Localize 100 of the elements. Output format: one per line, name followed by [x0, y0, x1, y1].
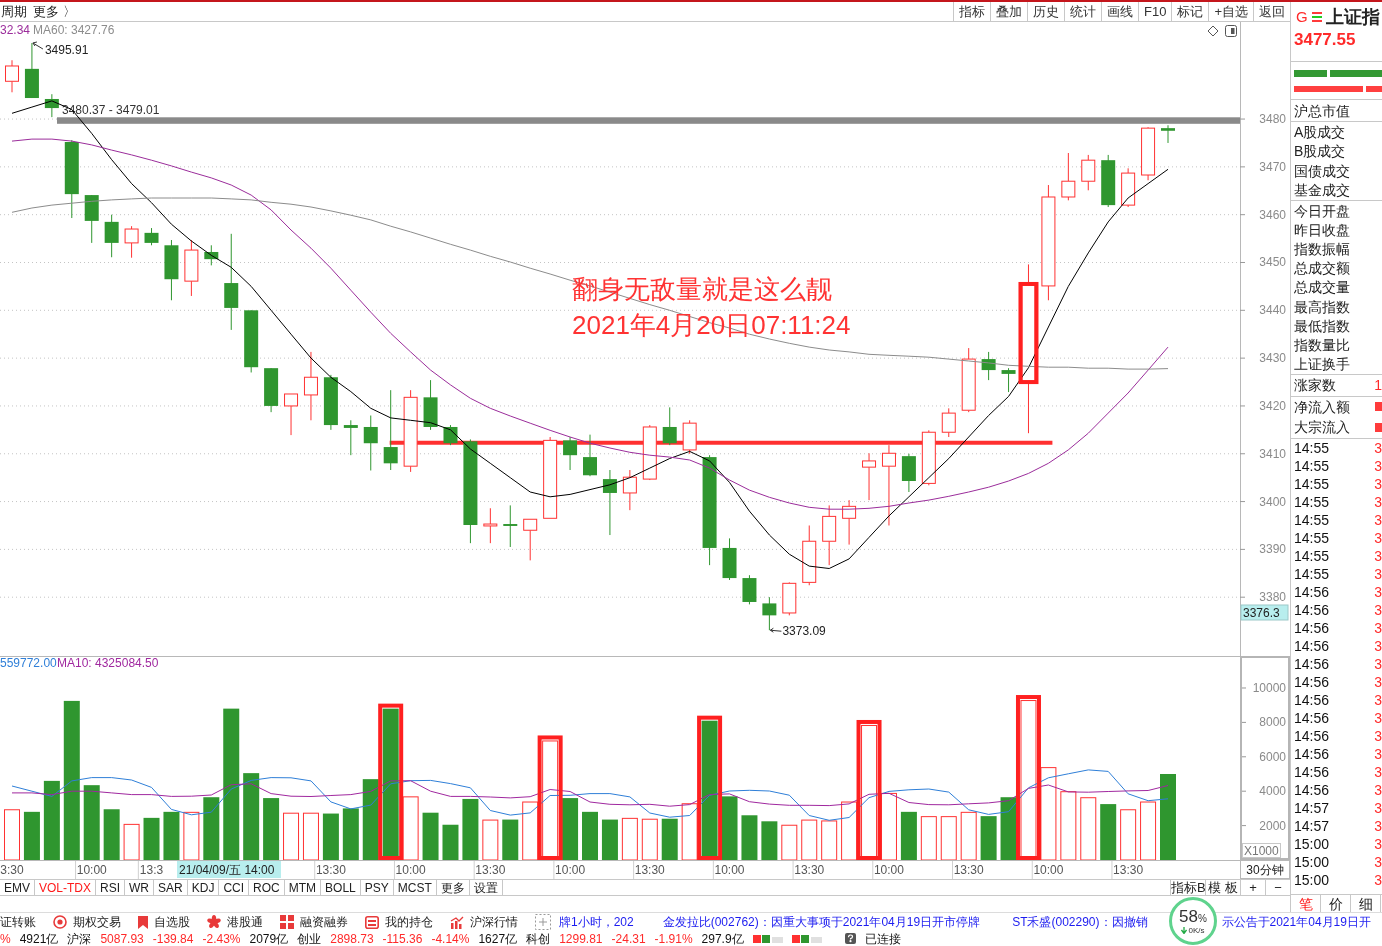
candle	[5, 59, 19, 93]
taskbar-button[interactable]: 期权交易	[53, 915, 121, 929]
trade-time: 14:56	[1294, 584, 1330, 599]
cursor-price-label: 3376.3	[1240, 604, 1289, 621]
trade-price: 3	[1374, 728, 1382, 743]
trade-price: 3	[1374, 746, 1382, 761]
trade-time: 14:56	[1294, 728, 1330, 743]
candle	[204, 244, 219, 266]
trade-price: 3	[1374, 764, 1382, 779]
taskbar-button[interactable]: 我的持仓	[365, 915, 433, 929]
trade-time: 14:56	[1294, 746, 1330, 761]
list-icon[interactable]	[1311, 11, 1322, 22]
axis-label: 3480	[1259, 112, 1286, 127]
news-link[interactable]: ST禾盛(002290)：因撤销	[1012, 916, 1148, 928]
candle	[244, 309, 259, 373]
arrow-icon	[32, 41, 44, 50]
unit-label: X1000	[1242, 843, 1281, 858]
field-label: 最高指数	[1294, 299, 1350, 314]
period-selector[interactable]: 30分钟	[1240, 860, 1290, 879]
candle	[343, 419, 358, 456]
candle	[1141, 126, 1156, 181]
bar-chart-icon	[450, 915, 464, 929]
add-icon[interactable]	[535, 914, 551, 930]
axis-label: 8000	[1259, 715, 1286, 730]
field-label: 净流入额	[1294, 399, 1350, 414]
candle	[284, 393, 299, 436]
trade-time: 14:56	[1294, 764, 1330, 779]
trade-time: 14:55	[1294, 530, 1330, 545]
legend-label: MA60: 3427.76	[33, 23, 115, 37]
trade-time: 14:56	[1294, 710, 1330, 725]
taskbar-button[interactable]: 自选股	[138, 915, 190, 929]
candle	[941, 407, 956, 438]
usage-percent: 58%	[1179, 907, 1207, 925]
candle	[144, 227, 159, 246]
candle	[483, 507, 498, 544]
candle	[363, 415, 378, 471]
legend-label: 559772.00	[0, 656, 57, 670]
axis-label: 10:00	[714, 863, 745, 877]
menu-link[interactable]: 更多 〉	[33, 1, 76, 22]
field-label: 总成交量	[1294, 280, 1350, 295]
axis-label: 10:00	[1033, 863, 1064, 877]
arrow-icon	[769, 627, 782, 633]
candle	[303, 351, 318, 421]
mini-bar-icon	[791, 934, 822, 943]
transfer-rate: 0K/s	[1188, 926, 1205, 935]
news-link[interactable]: 示公告于2021年04月19日开	[1221, 916, 1371, 928]
cursor-time-label: 21/04/09/五 14:00	[177, 861, 281, 878]
candle	[802, 524, 817, 586]
candle	[1081, 154, 1096, 191]
trade-time: 15:00	[1294, 836, 1330, 851]
trade-time: 14:55	[1294, 512, 1330, 527]
axis-label: 13:30	[953, 863, 984, 877]
badge-letter: G	[1296, 9, 1308, 24]
trade-price: 3	[1374, 638, 1382, 653]
status-text: 创业	[297, 932, 322, 945]
trade-price: 3	[1374, 512, 1382, 527]
taskbar-button[interactable]: 证转账	[0, 916, 36, 928]
trade-time: 14:57	[1294, 818, 1330, 833]
panel-toggle-icon[interactable]	[1225, 25, 1237, 37]
candle	[722, 537, 737, 581]
axis-label: 3400	[1259, 494, 1286, 509]
axis-label: 3420	[1259, 398, 1286, 413]
target-icon	[53, 915, 67, 929]
annotation-text: 翻身无敌量就是这么靓	[572, 274, 832, 304]
axis-label: 10:00	[76, 863, 107, 877]
field-label: B股成交	[1294, 144, 1346, 159]
field-label: 今日开盘	[1294, 203, 1350, 218]
axis-label: 13:30	[1113, 863, 1144, 877]
menu-link[interactable]: 周期	[1, 1, 27, 22]
news-link[interactable]: 金发拉比(002762)：因重大事项于2021年04月19日开市停牌	[662, 916, 981, 928]
trade-price: 3	[1374, 782, 1382, 797]
field-label: 指数振幅	[1294, 241, 1350, 256]
axis-label: 10:00	[395, 863, 426, 877]
field-label: 国债成交	[1294, 163, 1350, 178]
candle	[682, 419, 697, 455]
taskbar-button[interactable]: 沪深行情	[450, 915, 518, 929]
lines-box-icon	[365, 915, 379, 929]
chart-control-button[interactable]: 指标B	[1170, 880, 1205, 895]
trade-time: 14:55	[1294, 476, 1330, 491]
taskbar-button[interactable]: 港股通	[207, 915, 263, 929]
price-label: 3495.91	[44, 43, 89, 57]
trade-price: 3	[1374, 710, 1382, 725]
candle	[563, 436, 578, 471]
candle	[822, 504, 837, 566]
trade-price: 3	[1374, 548, 1382, 563]
axis-label: 3410	[1259, 446, 1286, 461]
diamond-icon[interactable]	[1207, 25, 1219, 37]
candle	[1001, 367, 1016, 393]
candle	[981, 351, 996, 381]
news-link[interactable]: 牌1小时，202	[559, 916, 634, 928]
trade-price: 3	[1374, 530, 1382, 545]
flower-icon	[207, 915, 221, 929]
status-text: 2079亿	[249, 932, 289, 945]
taskbar-button[interactable]: 融资融券	[280, 915, 348, 929]
trade-time: 14:55	[1294, 458, 1330, 473]
axis-label: 13:3	[139, 863, 164, 877]
chart-control-button[interactable]: 模 板	[1205, 880, 1240, 895]
candle	[443, 424, 458, 446]
candle	[602, 469, 617, 536]
connection-status: 已连接	[864, 932, 901, 945]
